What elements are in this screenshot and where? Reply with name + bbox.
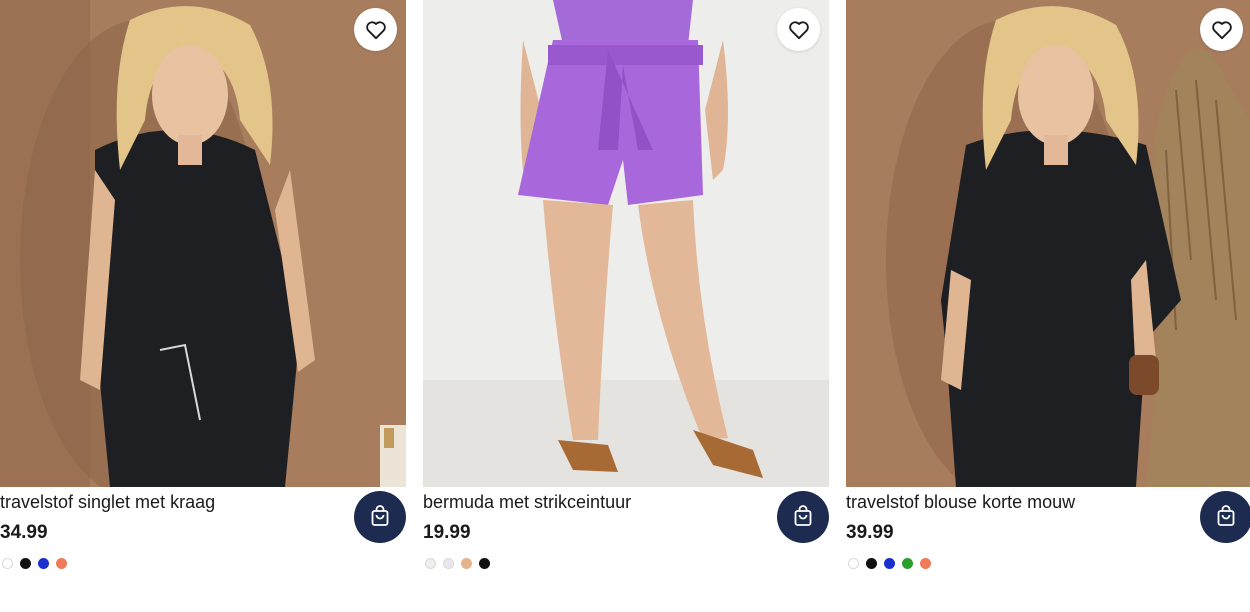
- product-image[interactable]: [423, 0, 829, 487]
- color-swatch[interactable]: [920, 558, 931, 569]
- color-swatches: [2, 558, 67, 570]
- product-card[interactable]: bermuda met strikceintuur 19.99: [423, 0, 829, 612]
- product-name[interactable]: travelstof singlet met kraag: [0, 491, 215, 513]
- color-swatch[interactable]: [866, 558, 877, 569]
- product-price: 19.99: [423, 522, 471, 543]
- color-swatch[interactable]: [461, 558, 472, 569]
- color-swatch[interactable]: [38, 558, 49, 569]
- favorite-button[interactable]: [1200, 8, 1243, 51]
- color-swatch[interactable]: [884, 558, 895, 569]
- add-to-cart-button[interactable]: [354, 491, 406, 543]
- favorite-button[interactable]: [777, 8, 820, 51]
- color-swatch[interactable]: [425, 558, 436, 569]
- product-price: 34.99: [0, 522, 48, 543]
- product-card[interactable]: travelstof blouse korte mouw 39.99: [846, 0, 1250, 612]
- shopping-bag-icon: [793, 504, 813, 530]
- product-image[interactable]: [846, 0, 1250, 487]
- heart-outline-icon: [1211, 20, 1233, 40]
- product-name[interactable]: travelstof blouse korte mouw: [846, 491, 1075, 513]
- product-grid: travelstof singlet met kraag 34.99 bermu…: [0, 0, 1250, 612]
- product-image[interactable]: [0, 0, 406, 487]
- heart-outline-icon: [788, 20, 810, 40]
- shopping-bag-icon: [370, 504, 390, 530]
- shopping-bag-icon: [1216, 504, 1236, 530]
- color-swatches: [848, 558, 931, 570]
- color-swatch[interactable]: [479, 558, 490, 569]
- product-name[interactable]: bermuda met strikceintuur: [423, 491, 631, 513]
- color-swatch[interactable]: [2, 558, 13, 569]
- favorite-button[interactable]: [354, 8, 397, 51]
- color-swatch[interactable]: [443, 558, 454, 569]
- product-price: 39.99: [846, 522, 894, 543]
- color-swatch[interactable]: [20, 558, 31, 569]
- color-swatch[interactable]: [56, 558, 67, 569]
- add-to-cart-button[interactable]: [777, 491, 829, 543]
- add-to-cart-button[interactable]: [1200, 491, 1250, 543]
- color-swatch[interactable]: [902, 558, 913, 569]
- heart-outline-icon: [365, 20, 387, 40]
- color-swatch[interactable]: [848, 558, 859, 569]
- product-card[interactable]: travelstof singlet met kraag 34.99: [0, 0, 406, 612]
- color-swatches: [425, 558, 490, 570]
